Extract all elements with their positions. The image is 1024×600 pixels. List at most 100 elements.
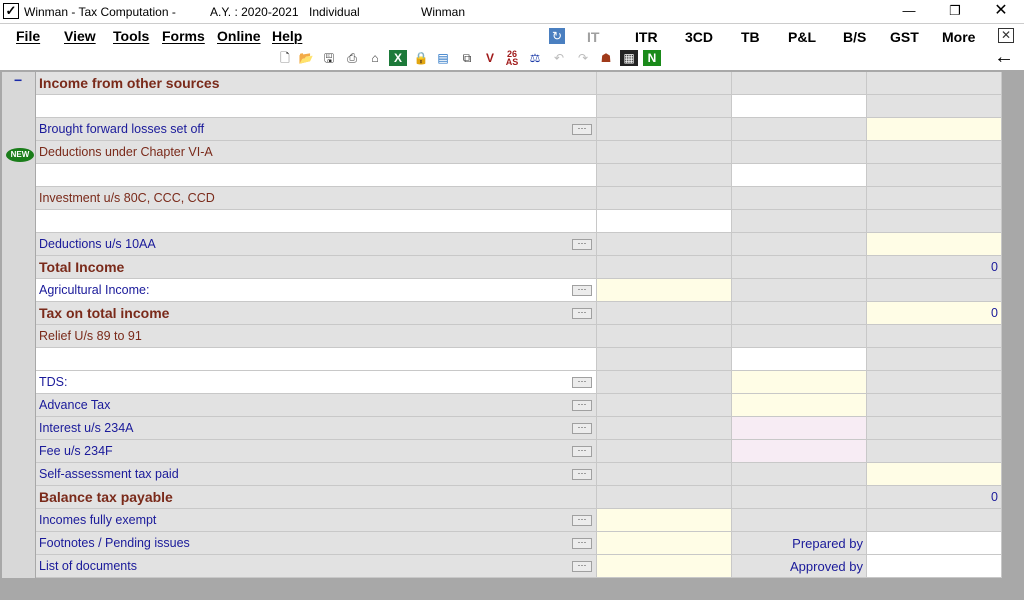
row-tax-total-income: Tax on total income ··· 0 bbox=[36, 302, 1002, 325]
input-cell[interactable] bbox=[36, 210, 597, 232]
approved-by-label: Approved by bbox=[790, 559, 863, 574]
form-icon[interactable]: ▤ bbox=[434, 50, 452, 66]
amount-cell[interactable] bbox=[732, 440, 867, 462]
details-button[interactable]: ··· bbox=[572, 446, 592, 457]
close-icon[interactable]: ✕ bbox=[978, 0, 1024, 24]
row-income-other-sources: Income from other sources bbox=[36, 72, 1002, 95]
row-label[interactable]: Interest u/s 234A bbox=[39, 421, 134, 435]
minimize-icon[interactable]: — bbox=[886, 0, 932, 24]
amount-cell[interactable] bbox=[732, 394, 867, 416]
new-file-icon[interactable]: 🗋 bbox=[276, 50, 294, 66]
refresh-icon[interactable]: ↻ bbox=[549, 28, 565, 44]
details-button[interactable]: ··· bbox=[572, 400, 592, 411]
row-label[interactable]: TDS: bbox=[39, 375, 67, 389]
scale-icon[interactable]: ⚖ bbox=[526, 50, 544, 66]
row-bf-losses: Brought forward losses set off ··· bbox=[36, 118, 1002, 141]
lock-icon[interactable]: 🔒 bbox=[412, 50, 430, 66]
row-label: Relief U/s 89 to 91 bbox=[39, 329, 142, 343]
input-cell[interactable] bbox=[732, 164, 867, 186]
amount-cell[interactable] bbox=[732, 371, 867, 393]
26as-icon[interactable]: 26 AS bbox=[503, 50, 521, 67]
row-tds: TDS: ··· bbox=[36, 371, 1002, 394]
notes-icon[interactable]: N bbox=[643, 50, 661, 66]
menu-view[interactable]: View bbox=[64, 28, 96, 44]
user-tools-icon[interactable]: ☗ bbox=[597, 50, 615, 66]
row-label[interactable]: Agricultural Income: bbox=[39, 283, 149, 297]
input-cell[interactable] bbox=[732, 348, 867, 370]
details-button[interactable]: ··· bbox=[572, 538, 592, 549]
row-label[interactable]: Self-assessment tax paid bbox=[39, 467, 179, 481]
input-cell[interactable] bbox=[36, 348, 597, 370]
row-label[interactable]: Advance Tax bbox=[39, 398, 110, 412]
row-investment-80c: Investment u/s 80C, CCC, CCD bbox=[36, 187, 1002, 210]
row-label[interactable]: Fee u/s 234F bbox=[39, 444, 113, 458]
home-icon[interactable]: ⌂ bbox=[366, 50, 384, 66]
menu-tools[interactable]: Tools bbox=[113, 28, 149, 44]
approved-by-input[interactable] bbox=[867, 555, 1002, 577]
back-arrow-icon[interactable]: ← bbox=[994, 47, 1014, 67]
amount-cell[interactable] bbox=[867, 233, 1002, 255]
undo-icon[interactable]: ↶ bbox=[550, 50, 568, 66]
row-label: Investment u/s 80C, CCC, CCD bbox=[39, 191, 215, 205]
prepared-by-label: Prepared by bbox=[792, 536, 863, 551]
menu-file[interactable]: File bbox=[16, 28, 40, 44]
row-label: Income from other sources bbox=[39, 75, 220, 91]
window-title: Winman - Tax Computation - bbox=[24, 5, 176, 19]
menu-itr[interactable]: ITR bbox=[635, 29, 658, 45]
amount-cell[interactable] bbox=[597, 509, 732, 531]
input-cell[interactable] bbox=[36, 164, 597, 186]
menu-3cd[interactable]: 3CD bbox=[685, 29, 713, 45]
row-exempt-income: Incomes fully exempt ··· bbox=[36, 509, 1002, 532]
menu-tb[interactable]: TB bbox=[741, 29, 760, 45]
print-icon[interactable]: ⎙ bbox=[343, 50, 361, 66]
menu-it[interactable]: IT bbox=[587, 29, 599, 45]
excel-icon[interactable]: X bbox=[389, 50, 407, 66]
details-button[interactable]: ··· bbox=[572, 308, 592, 319]
row-label[interactable]: Incomes fully exempt bbox=[39, 513, 156, 527]
menu-online[interactable]: Online bbox=[217, 28, 261, 44]
amount-cell[interactable] bbox=[597, 279, 732, 301]
open-folder-icon[interactable]: 📂 bbox=[297, 50, 315, 66]
row-label[interactable]: List of documents bbox=[39, 559, 137, 573]
input-cell[interactable] bbox=[597, 210, 732, 232]
menu-gst[interactable]: GST bbox=[890, 29, 919, 45]
copy-icon[interactable]: ⧉ bbox=[458, 50, 476, 66]
row-interest-234a: Interest u/s 234A ··· bbox=[36, 417, 1002, 440]
menu-pl[interactable]: P&L bbox=[788, 29, 816, 45]
user-label: Winman bbox=[421, 5, 466, 19]
row-label: Tax on total income bbox=[39, 305, 170, 321]
menu-bs[interactable]: B/S bbox=[843, 29, 866, 45]
details-button[interactable]: ··· bbox=[572, 515, 592, 526]
row-label[interactable]: Footnotes / Pending issues bbox=[39, 536, 190, 550]
details-button[interactable]: ··· bbox=[572, 423, 592, 434]
details-button[interactable]: ··· bbox=[572, 124, 592, 135]
details-button[interactable]: ··· bbox=[572, 377, 592, 388]
restore-icon[interactable]: ❐ bbox=[932, 0, 978, 24]
amount-cell[interactable] bbox=[732, 417, 867, 439]
tax-total-income-value[interactable]: 0 bbox=[991, 306, 998, 320]
save-icon[interactable]: 🖫 bbox=[320, 50, 338, 66]
film-icon[interactable]: ▦ bbox=[620, 50, 638, 66]
menu-forms[interactable]: Forms bbox=[162, 28, 205, 44]
amount-cell[interactable] bbox=[867, 463, 1002, 485]
tv-icon[interactable]: V bbox=[481, 50, 499, 66]
collapse-icon[interactable]: − bbox=[14, 72, 22, 88]
prepared-by-input[interactable] bbox=[867, 532, 1002, 554]
input-cell[interactable] bbox=[732, 95, 867, 117]
details-button[interactable]: ··· bbox=[572, 469, 592, 480]
new-badge-icon: NEW bbox=[6, 148, 34, 162]
close-panel-icon[interactable]: ✕ bbox=[998, 28, 1014, 43]
amount-cell[interactable] bbox=[867, 118, 1002, 140]
menu-more[interactable]: More bbox=[942, 29, 975, 45]
amount-cell[interactable] bbox=[597, 555, 732, 577]
amount-cell[interactable] bbox=[597, 532, 732, 554]
input-cell[interactable] bbox=[36, 95, 597, 117]
details-button[interactable]: ··· bbox=[572, 285, 592, 296]
redo-icon[interactable]: ↷ bbox=[574, 50, 592, 66]
menu-help[interactable]: Help bbox=[272, 28, 302, 44]
row-label[interactable]: Brought forward losses set off bbox=[39, 122, 204, 136]
row-fee-234f: Fee u/s 234F ··· bbox=[36, 440, 1002, 463]
details-button[interactable]: ··· bbox=[572, 561, 592, 572]
details-button[interactable]: ··· bbox=[572, 239, 592, 250]
row-label[interactable]: Deductions u/s 10AA bbox=[39, 237, 156, 251]
